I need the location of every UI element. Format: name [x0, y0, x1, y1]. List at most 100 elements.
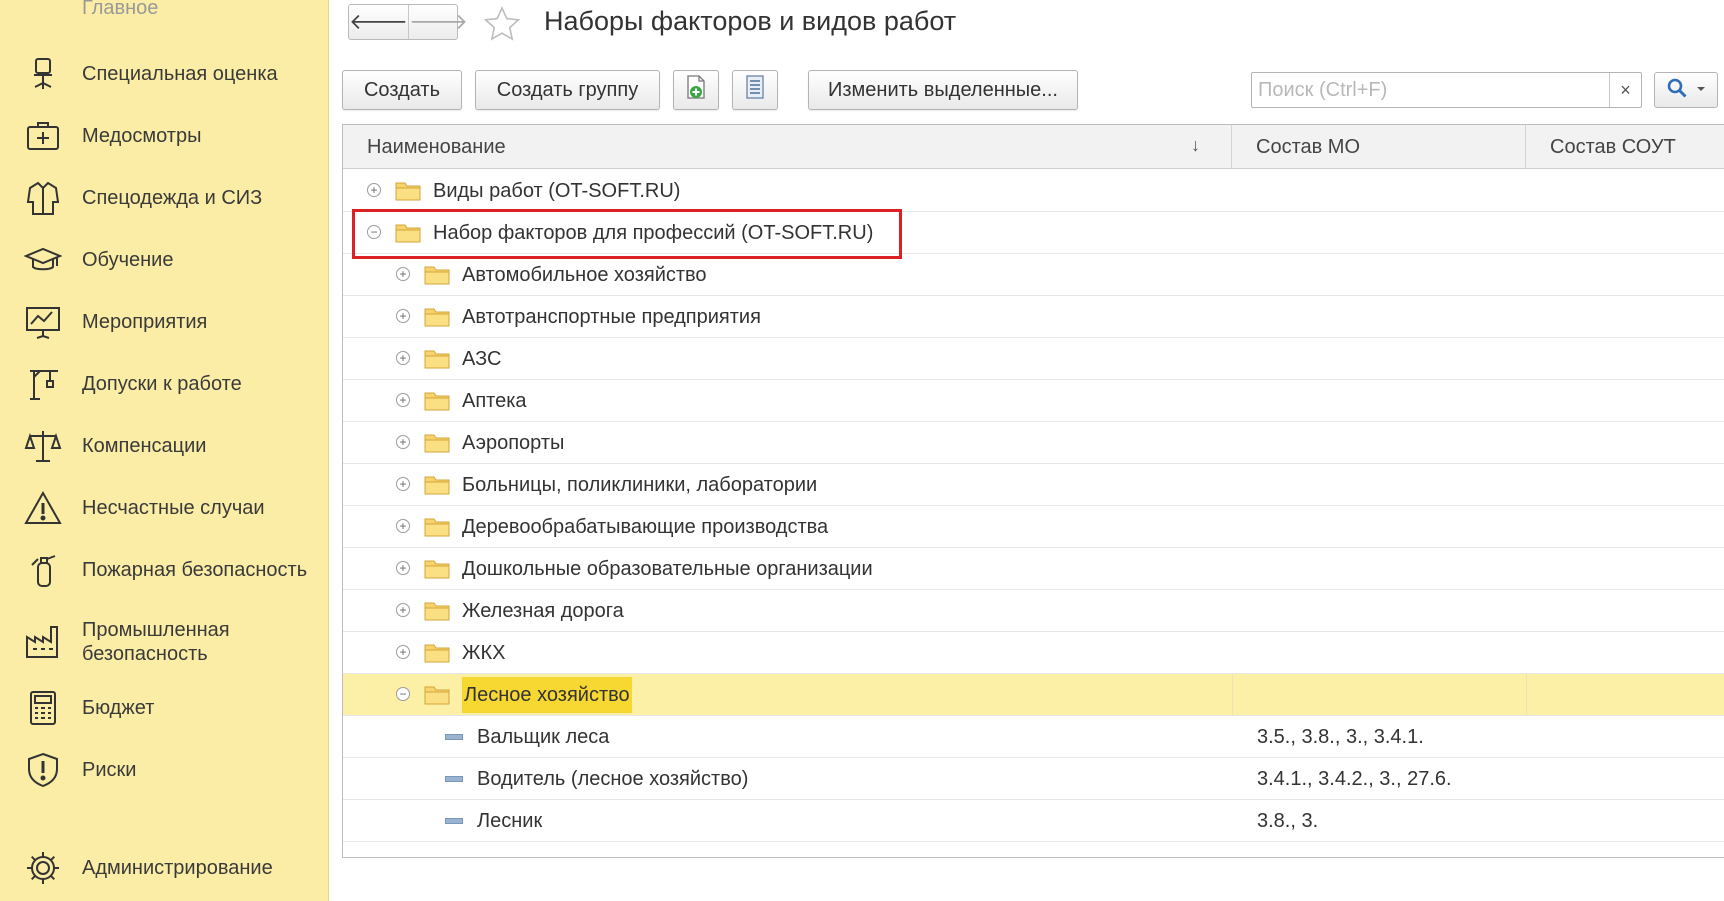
row-name: Лесник: [477, 809, 543, 832]
sidebar-item-accidents[interactable]: Несчастные случаи: [0, 486, 328, 530]
first-aid-kit-icon: [24, 117, 62, 155]
back-button[interactable]: 🡐: [349, 5, 408, 39]
row-name: Больницы, поликлиники, лаборатории: [462, 473, 818, 496]
row-name: АЗС: [462, 347, 502, 370]
row-name: Аэропорты: [462, 431, 565, 454]
sidebar-item-label: Обучение: [82, 249, 174, 271]
collapse-icon[interactable]: −: [396, 687, 410, 701]
sidebar-item-risks[interactable]: Риски: [0, 748, 328, 792]
row-name: Дошкольные образовательные организации: [462, 557, 873, 580]
row-name: Деревообрабатывающие производства: [462, 515, 829, 538]
sidebar-item-permits[interactable]: Допуски к работе: [0, 362, 328, 406]
clear-search-button[interactable]: ×: [1609, 73, 1641, 107]
expand-icon[interactable]: +: [396, 645, 410, 659]
scales-icon: [24, 427, 62, 465]
sidebar-item-label: Компенсации: [82, 435, 207, 457]
gear-icon: [24, 849, 62, 887]
search-icon: [1666, 77, 1688, 104]
table-row[interactable]: + Автомобильное хозяйство: [343, 254, 1724, 296]
sidebar-item-label: Администрирование: [82, 857, 273, 879]
expand-icon[interactable]: +: [396, 351, 410, 365]
table-row[interactable]: + Виды работ (OT-SOFT.RU): [343, 170, 1724, 212]
sidebar-item-medical[interactable]: Медосмотры: [0, 114, 328, 158]
table-row[interactable]: + Больницы, поликлиники, лаборатории: [343, 464, 1724, 506]
add-file-button[interactable]: [673, 70, 719, 110]
expand-icon[interactable]: +: [396, 477, 410, 491]
sort-arrow-icon: ↓: [1191, 135, 1200, 155]
folder-icon: [424, 305, 450, 327]
sidebar-item-training[interactable]: Обучение: [0, 238, 328, 282]
folder-icon: [424, 599, 450, 621]
annotation-highlight-box: [352, 209, 902, 259]
row-name: Аптека: [462, 389, 527, 412]
expand-icon[interactable]: +: [396, 393, 410, 407]
expand-icon[interactable]: +: [396, 435, 410, 449]
folder-icon: [424, 473, 450, 495]
table-row[interactable]: + ЖКХ: [343, 632, 1724, 674]
folder-icon: [424, 263, 450, 285]
table-row[interactable]: Вальщик леса 3.5., 3.8., 3., 3.4.1.: [343, 716, 1724, 758]
list-view-button[interactable]: [732, 70, 778, 110]
expand-icon[interactable]: +: [396, 519, 410, 533]
table-row[interactable]: + АЗС: [343, 338, 1724, 380]
sidebar-item-label: Риски: [82, 759, 137, 781]
sidebar-item-label: Допуски к работе: [82, 373, 242, 395]
search-field: ×: [1251, 72, 1642, 108]
column-header-sout[interactable]: Состав СОУТ: [1526, 125, 1724, 169]
table-row[interactable]: Лесник 3.8., 3.: [343, 800, 1724, 842]
create-button[interactable]: Создать: [342, 70, 462, 110]
expand-icon[interactable]: +: [396, 603, 410, 617]
folder-icon: [424, 557, 450, 579]
favorite-star-icon[interactable]: [482, 4, 522, 44]
shield-exclamation-icon: [24, 751, 62, 789]
chevron-down-icon: [1696, 81, 1706, 99]
table-row[interactable]: − Лесное хозяйство: [343, 674, 1724, 716]
office-chair-icon: [24, 55, 62, 93]
sidebar-item-budget[interactable]: Бюджет: [0, 686, 328, 730]
change-selected-button[interactable]: Изменить выделенные...: [808, 70, 1078, 110]
element-icon: [445, 776, 463, 782]
folder-icon: [424, 683, 450, 705]
row-name: Автомобильное хозяйство: [462, 263, 707, 286]
create-group-button[interactable]: Создать группу: [475, 70, 660, 110]
row-mo: 3.8., 3.: [1257, 809, 1319, 832]
presentation-board-icon: [24, 303, 62, 341]
list-icon: [743, 74, 767, 106]
table-row[interactable]: + Железная дорога: [343, 590, 1724, 632]
folder-icon: [395, 179, 421, 201]
sidebar-item-workwear[interactable]: Спецодежда и СИЗ: [0, 176, 328, 220]
row-name: Водитель (лесное хозяйство): [477, 767, 749, 790]
table-row[interactable]: Водитель (лесное хозяйство) 3.4.1., 3.4.2…: [343, 758, 1724, 800]
sidebar-item-special-assessment[interactable]: Специальная оценка: [0, 52, 328, 96]
row-name: Лесное хозяйство: [462, 677, 632, 713]
table-row[interactable]: + Автотранспортные предприятия: [343, 296, 1724, 338]
expand-icon[interactable]: +: [367, 183, 381, 197]
table-header: Наименование ↓ Состав МО Состав СОУТ: [343, 125, 1724, 169]
element-icon: [445, 734, 463, 740]
column-header-name[interactable]: Наименование: [343, 125, 1232, 169]
add-document-icon: [684, 74, 708, 106]
row-mo: 3.5., 3.8., 3., 3.4.1.: [1257, 725, 1424, 748]
expand-icon[interactable]: +: [396, 561, 410, 575]
sidebar-item-home[interactable]: Главное: [0, 0, 328, 24]
table-row[interactable]: + Дошкольные образовательные организации: [343, 548, 1724, 590]
sidebar-item-industrial-safety[interactable]: Промышленная безопасность: [0, 614, 328, 670]
expand-icon[interactable]: +: [396, 309, 410, 323]
sidebar-item-fire-safety[interactable]: Пожарная безопасность: [0, 548, 328, 592]
expand-icon[interactable]: +: [396, 267, 410, 281]
sidebar-item-compensation[interactable]: Компенсации: [0, 424, 328, 468]
table-row[interactable]: + Аптека: [343, 380, 1724, 422]
column-header-mo[interactable]: Состав МО: [1232, 125, 1526, 169]
table-row[interactable]: + Аэропорты: [343, 422, 1724, 464]
page-title: Наборы факторов и видов работ: [544, 6, 957, 36]
sidebar: Главное Специальная оценка Медосмотры Сп…: [0, 0, 329, 901]
search-button[interactable]: [1654, 72, 1718, 108]
row-name: Автотранспортные предприятия: [462, 305, 761, 328]
forward-button[interactable]: 🡒: [408, 5, 468, 39]
sidebar-item-events[interactable]: Мероприятия: [0, 300, 328, 344]
table-row[interactable]: + Деревообрабатывающие производства: [343, 506, 1724, 548]
search-input[interactable]: [1252, 73, 1609, 107]
sidebar-item-label: Промышленная безопасность: [82, 619, 230, 665]
sidebar-item-administration[interactable]: Администрирование: [0, 846, 328, 890]
row-name: Вальщик леса: [477, 725, 610, 748]
